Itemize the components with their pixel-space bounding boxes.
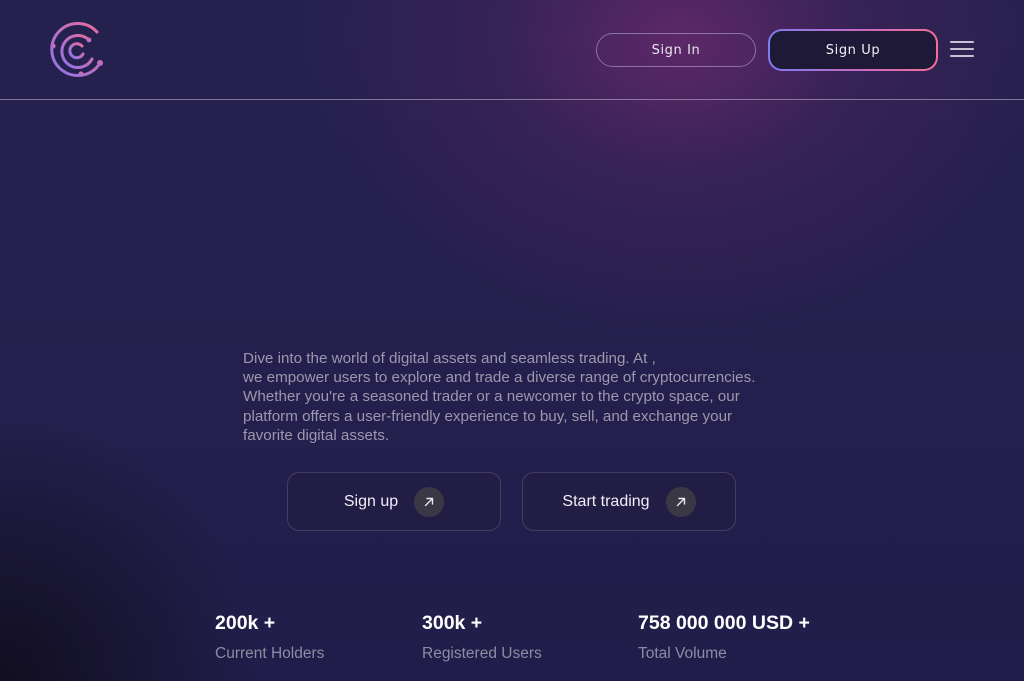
sign-up-label: Sign Up [825, 42, 881, 58]
site-header: Sign In Sign Up [0, 0, 1024, 100]
stat-caption: Current Holders [215, 645, 325, 662]
hero-description-line: favorite digital assets. [243, 426, 390, 444]
hero-description-line: we empower users to explore and trade a … [243, 369, 756, 387]
crypto-c-logo-icon[interactable] [48, 21, 106, 79]
stat-registered-users: 300k + Registered Users [422, 612, 542, 664]
sign-in-button[interactable]: Sign In [596, 33, 756, 67]
hero-sign-up-button[interactable]: Sign up [287, 472, 501, 531]
sign-up-button[interactable]: Sign Up [768, 29, 938, 71]
sign-up-button-inner: Sign Up [770, 31, 936, 69]
sign-in-label: Sign In [651, 42, 701, 58]
arrow-up-right-icon [414, 486, 445, 517]
arrow-up-right-icon [665, 486, 696, 517]
stat-caption: Registered Users [422, 645, 542, 662]
stat-value: 300k + [422, 612, 483, 634]
stat-total-volume: 758 000 000 USD + Total Volume [638, 612, 810, 664]
stat-value: 758 000 000 USD + [638, 612, 810, 634]
hero-description-line: Whether you're a seasoned trader or a ne… [243, 388, 740, 406]
hero-description-line: platform offers a user-friendly experien… [243, 407, 733, 425]
start-trading-button[interactable]: Start trading [522, 472, 736, 531]
hamburger-menu-icon[interactable] [948, 39, 976, 59]
hero-description: Dive into the world of digital assets an… [243, 349, 803, 445]
start-trading-label: Start trading [562, 492, 650, 510]
stat-value: 200k + [215, 612, 276, 634]
hero-sign-up-label: Sign up [343, 492, 399, 510]
stat-caption: Total Volume [638, 645, 727, 662]
hero-description-line: Dive into the world of digital assets an… [243, 350, 656, 367]
stat-current-holders: 200k + Current Holders [215, 612, 324, 664]
